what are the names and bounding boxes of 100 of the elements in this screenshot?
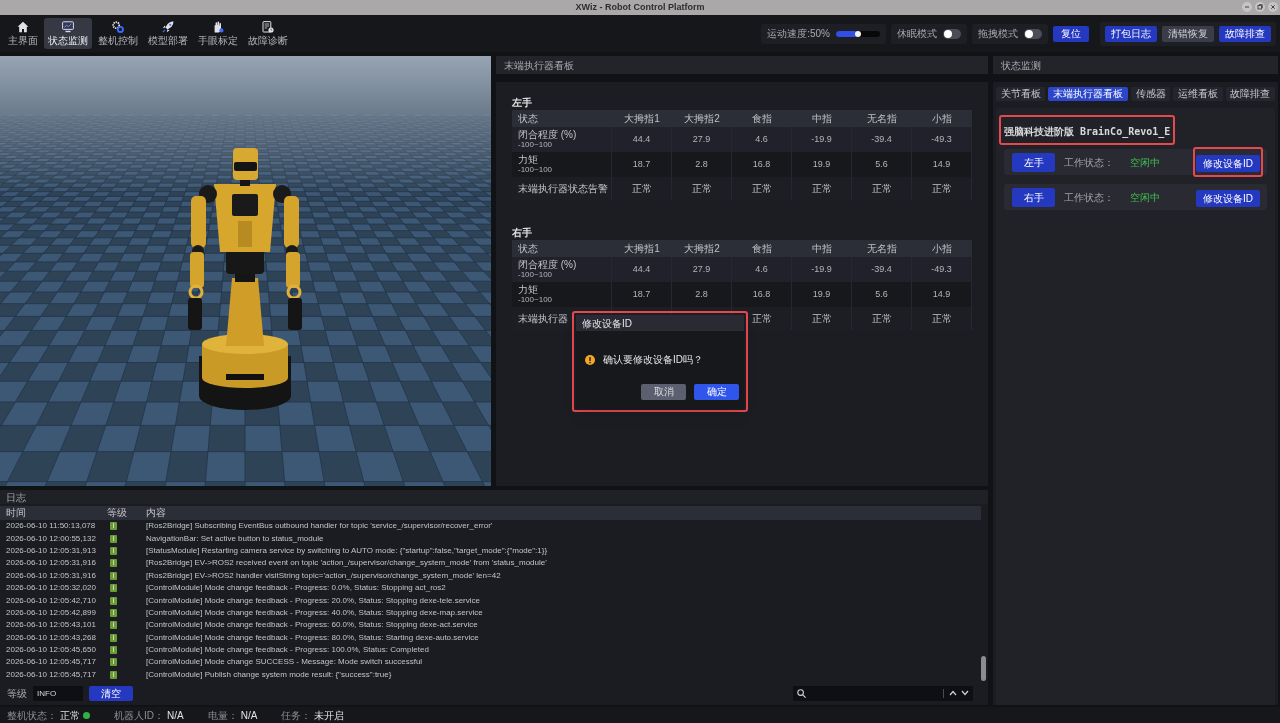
device-title: 强脑科技进阶版 BrainCo_Revo1_E bbox=[1004, 126, 1171, 137]
log-time: 2026-06-10 12:05:43,101 bbox=[6, 619, 96, 632]
hand-button[interactable]: 左手 bbox=[1012, 152, 1055, 172]
dialog-message: 确认要修改设备ID吗？ bbox=[603, 353, 703, 367]
window-title: XWiz - Robot Control Platform bbox=[575, 2, 705, 13]
row-label: 力矩 -100~100 bbox=[518, 154, 553, 175]
panel-title: 日志 bbox=[6, 490, 26, 505]
toggle-label: 拖拽模式 bbox=[978, 27, 1018, 41]
cancel-button[interactable]: 取消 bbox=[641, 384, 686, 400]
table-cell-text: -49.3 bbox=[931, 262, 952, 276]
nav-button[interactable]: 状态监测 bbox=[44, 18, 92, 49]
slider-thumb[interactable] bbox=[855, 30, 861, 37]
log-time: 2026-06-10 12:05:32,020 bbox=[6, 582, 96, 595]
dialog-title: 修改设备ID bbox=[582, 316, 632, 331]
log-message: [Ros2Bridge] Subscribing EventBus outbound handler for topic 'service_/supervisor/recover_error' bbox=[146, 520, 493, 533]
column-header: 内容 bbox=[146, 507, 166, 519]
nav-button[interactable]: 主界面 bbox=[4, 18, 42, 49]
table-cell-text: 44.4 bbox=[632, 132, 651, 146]
status-label: 任务： bbox=[281, 708, 312, 723]
clear-button[interactable]: 清空 bbox=[89, 685, 133, 701]
caret-up-icon[interactable] bbox=[949, 690, 957, 696]
table-cell-text: 27.9 bbox=[692, 262, 711, 276]
table-cell-text: 正常 bbox=[931, 312, 952, 326]
log-time: 2026-06-10 12:05:42,899 bbox=[6, 606, 96, 619]
table-cell-text: -19.9 bbox=[811, 262, 832, 276]
table-cell-text: 19.9 bbox=[812, 157, 831, 171]
table-cell-text: -49.3 bbox=[931, 132, 952, 146]
toggle-switch[interactable] bbox=[1024, 28, 1042, 39]
hand-button[interactable]: 右手 bbox=[1012, 187, 1055, 207]
log-time: 2026-06-10 12:05:31,916 bbox=[6, 569, 96, 582]
toggle-switch[interactable] bbox=[943, 28, 961, 39]
log-time: 2026-06-10 12:05:42,710 bbox=[6, 594, 96, 607]
table-cell-text: 19.9 bbox=[812, 287, 831, 301]
robot-model-drawing[interactable] bbox=[188, 148, 302, 410]
column-header: 小指 bbox=[932, 112, 952, 125]
status-label: 整机状态： bbox=[7, 708, 57, 723]
edit-id-button[interactable]: 修改设备ID bbox=[1196, 155, 1260, 172]
table-cell-text: 4.6 bbox=[755, 262, 768, 276]
confirm-button[interactable]: 确定 bbox=[694, 384, 739, 400]
column-header: 状态 bbox=[518, 112, 538, 125]
log-message: [ControlModule] Mode change feedback - Progress: 100.0%, Status: Completed bbox=[146, 644, 429, 657]
table-cell-text: 2.8 bbox=[695, 287, 708, 301]
nav-button[interactable]: 模型部署 bbox=[144, 18, 192, 49]
status-value: N/A bbox=[167, 708, 184, 723]
log-message: [ControlModule] Mode change feedback - Progress: 20.0%, Status: Stopping dexe-tele.service bbox=[146, 594, 480, 607]
speed-slider[interactable] bbox=[836, 30, 880, 37]
nav-button[interactable]: 故障诊断 bbox=[244, 18, 292, 49]
search-icon bbox=[797, 688, 806, 698]
table-cell-text: 5.6 bbox=[875, 157, 888, 171]
column-header: 无名指 bbox=[867, 112, 897, 125]
table-cell-text: 44.4 bbox=[632, 262, 651, 276]
toggle-label: 休眠模式 bbox=[897, 27, 937, 41]
section-title: 左手 bbox=[512, 96, 532, 110]
table-cell-text: 正常 bbox=[631, 182, 652, 196]
reset-button[interactable]: 复位 bbox=[1053, 25, 1089, 42]
column-header: 状态 bbox=[518, 242, 538, 255]
tab[interactable]: 故障排查 bbox=[1225, 87, 1276, 101]
search-field[interactable] bbox=[793, 685, 973, 701]
speed-label: 运动速度:50% bbox=[767, 27, 830, 41]
tab[interactable]: 末端执行器看板 bbox=[1048, 87, 1128, 101]
row-label: 闭合程度 (%) -100~100 bbox=[518, 129, 577, 150]
tab[interactable]: 关节看板 bbox=[996, 87, 1046, 101]
status-label: 工作状态： bbox=[1064, 190, 1114, 205]
level-field[interactable]: INFO bbox=[33, 685, 83, 701]
edit-id-button[interactable]: 修改设备ID bbox=[1196, 190, 1260, 207]
log-message: [Ros2Bridge] EV->ROS2 received event on topic 'action_/supervisor/change_system_mode' from 'status_module' bbox=[146, 557, 547, 570]
column-header: 小指 bbox=[932, 242, 952, 255]
column-header: 中指 bbox=[812, 242, 832, 255]
log-time: 2026-06-10 12:05:45,650 bbox=[6, 644, 96, 657]
scrollbar-thumb[interactable] bbox=[981, 656, 986, 681]
monitor-chart-icon bbox=[62, 21, 74, 33]
status-value: 空闲中 bbox=[1130, 190, 1160, 205]
table-cell-text: 18.7 bbox=[632, 287, 651, 301]
log-message: NavigationBar: Set active button to status_module bbox=[146, 532, 324, 545]
table-cell-text: -39.4 bbox=[871, 132, 892, 146]
column-header: 大拇指2 bbox=[684, 112, 720, 125]
column-header: 中指 bbox=[812, 112, 832, 125]
action-button[interactable]: 清错恢复 bbox=[1162, 25, 1214, 42]
tab[interactable]: 运维看板 bbox=[1173, 87, 1223, 101]
caret-down-icon[interactable] bbox=[961, 690, 969, 696]
row-label: 闭合程度 (%) -100~100 bbox=[518, 259, 577, 280]
row-label: 末端执行器状态告警 bbox=[518, 183, 608, 194]
column-header: 大拇指2 bbox=[684, 242, 720, 255]
table-cell-text: 正常 bbox=[871, 182, 892, 196]
log-time: 2026-06-10 12:05:31,916 bbox=[6, 557, 96, 570]
nav-button[interactable]: 手眼标定 bbox=[194, 18, 242, 49]
table-cell-text: 2.8 bbox=[695, 157, 708, 171]
action-button[interactable]: 打包日志 bbox=[1105, 25, 1157, 42]
log-time: 2026-06-10 12:05:45,717 bbox=[6, 656, 96, 669]
log-message: [ControlModule] Mode change feedback - Progress: 0.0%, Status: Stopping act_ros2 bbox=[146, 582, 446, 595]
action-button[interactable]: 故障排查 bbox=[1219, 25, 1271, 42]
tab[interactable]: 传感器 bbox=[1130, 87, 1171, 101]
table-cell-text: 18.7 bbox=[632, 157, 651, 171]
column-header: 大拇指1 bbox=[624, 112, 660, 125]
restore-icon[interactable] bbox=[1255, 2, 1265, 12]
close-icon[interactable] bbox=[1268, 2, 1278, 12]
nav-button[interactable]: 整机控制 bbox=[94, 18, 142, 49]
status-value: 正常 bbox=[60, 708, 80, 723]
column-header: 无名指 bbox=[867, 242, 897, 255]
status-label: 电量： bbox=[207, 708, 238, 723]
